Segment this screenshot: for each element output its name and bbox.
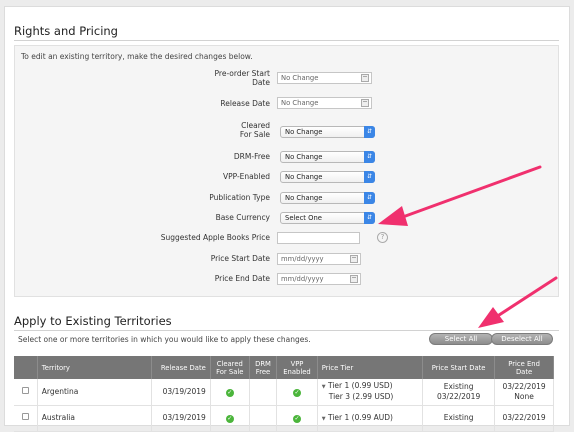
annotation-arrow xyxy=(378,165,542,226)
annotation-arrow xyxy=(478,276,558,328)
annotation-arrows xyxy=(378,165,558,328)
